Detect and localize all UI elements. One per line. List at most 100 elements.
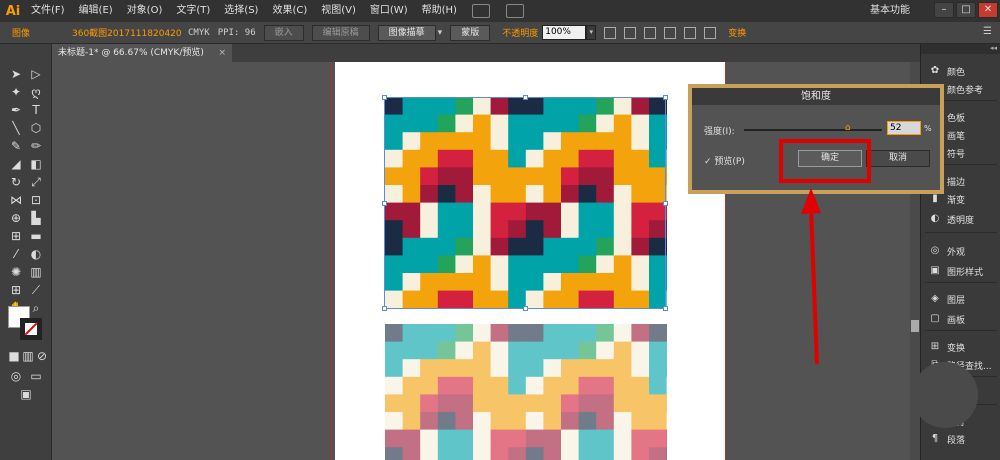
- menu-effect[interactable]: 效果(C): [265, 0, 314, 22]
- type-tool-icon[interactable]: T: [28, 102, 44, 118]
- document-tab[interactable]: 未标题-1* @ 66.67% (CMYK/预览) ×: [52, 44, 232, 62]
- panel-tab-label: 变换: [947, 343, 966, 354]
- panel-tab[interactable]: ◐ 透明度: [921, 210, 1000, 228]
- paintbrush-tool-icon[interactable]: ✎: [8, 138, 24, 154]
- workspace-switcher[interactable]: 基本功能: [870, 0, 910, 22]
- embed-button[interactable]: 嵌入: [263, 24, 304, 41]
- panel-menu-icon[interactable]: ☰: [983, 26, 992, 37]
- direct-selection-tool-icon[interactable]: ▷: [28, 66, 44, 82]
- slice-tool-icon[interactable]: ⟋: [28, 282, 44, 298]
- resize-handle[interactable]: [663, 201, 668, 206]
- pencil-tool-icon[interactable]: ✏: [28, 138, 44, 154]
- selection-tool-icon[interactable]: ➤: [8, 66, 24, 82]
- eraser-tool-icon[interactable]: ◧: [28, 156, 44, 172]
- menu-object[interactable]: 对象(O): [120, 0, 170, 22]
- opacity-input[interactable]: 100%: [542, 25, 587, 40]
- collapse-panels-icon[interactable]: ◂◂: [921, 44, 1000, 54]
- pattern-pixel: [649, 447, 667, 460]
- align-center-icon[interactable]: [624, 26, 637, 39]
- scale-tool-icon[interactable]: ⤢: [28, 174, 44, 190]
- pattern-pixel: [420, 359, 439, 378]
- symbol-sprayer-tool-icon[interactable]: ✺: [8, 264, 24, 280]
- shape-builder-tool-icon[interactable]: ⊕: [8, 210, 24, 226]
- close-tab-icon[interactable]: ×: [218, 44, 226, 62]
- bridge-icon[interactable]: [471, 4, 490, 18]
- rotate-tool-icon[interactable]: ↻: [8, 174, 24, 190]
- scrollbar-thumb[interactable]: [911, 320, 919, 332]
- menu-view[interactable]: 视图(V): [314, 0, 363, 22]
- transform-link[interactable]: 变换: [728, 26, 746, 39]
- edit-original-button[interactable]: 编辑原稿: [311, 24, 370, 41]
- gradient-tool-icon[interactable]: ▬: [28, 228, 44, 244]
- resize-handle[interactable]: [663, 306, 668, 311]
- selection-bounding-box[interactable]: [382, 95, 668, 311]
- menu-type[interactable]: 文字(T): [169, 0, 217, 22]
- annotation-arrow-icon: [801, 188, 821, 365]
- menu-file[interactable]: 文件(F): [24, 0, 72, 22]
- pattern-pixel: [455, 429, 474, 448]
- pattern-pixel: [455, 376, 474, 395]
- panel-tab[interactable]: ¶ 段落: [921, 430, 1000, 448]
- menu-window[interactable]: 窗口(W): [363, 0, 415, 22]
- image-trace-button[interactable]: 图像描摹: [377, 24, 436, 41]
- none-mode-icon[interactable]: ⊘: [34, 348, 50, 364]
- pattern-pixel: [402, 359, 421, 378]
- panel-tab[interactable]: ⊞ 变换: [921, 338, 1000, 356]
- align-left-icon[interactable]: [604, 26, 617, 39]
- opacity-label[interactable]: 不透明度: [502, 26, 538, 39]
- resize-handle[interactable]: [382, 95, 387, 100]
- artboard-tool-icon[interactable]: ⊞: [8, 282, 24, 298]
- width-tool-icon[interactable]: ⋈: [8, 192, 24, 208]
- align-top-icon[interactable]: [664, 26, 677, 39]
- pattern-pixel: [508, 412, 527, 431]
- intensity-slider[interactable]: [744, 129, 882, 131]
- minimize-button[interactable]: –: [934, 2, 954, 18]
- align-middle-icon[interactable]: [684, 26, 697, 39]
- panel-tab[interactable]: ▢ 画板: [921, 310, 1000, 328]
- menu-help[interactable]: 帮助(H): [415, 0, 464, 22]
- perspective-grid-tool-icon[interactable]: ▙: [28, 210, 44, 226]
- cancel-button[interactable]: 取消: [866, 150, 930, 167]
- line-tool-icon[interactable]: ╲: [8, 120, 24, 136]
- close-button[interactable]: ✕: [978, 2, 998, 18]
- resize-handle[interactable]: [523, 306, 528, 311]
- fill-stroke-widget[interactable]: [8, 306, 44, 342]
- mask-button[interactable]: 蒙版: [450, 24, 491, 41]
- intensity-label: 强度(I):: [704, 127, 735, 137]
- intensity-input[interactable]: 52: [887, 121, 921, 135]
- slider-thumb-icon[interactable]: ⌂: [845, 123, 851, 133]
- panel-tab[interactable]: ✿ 颜色: [921, 62, 1000, 80]
- eyedropper-tool-icon[interactable]: ⁄: [8, 246, 24, 262]
- maximize-button[interactable]: □: [956, 2, 976, 18]
- stroke-swatch[interactable]: [20, 318, 42, 340]
- graph-tool-icon[interactable]: ▥: [28, 264, 44, 280]
- align-right-icon[interactable]: [644, 26, 657, 39]
- free-transform-tool-icon[interactable]: ⊡: [28, 192, 44, 208]
- opacity-dropdown-icon[interactable]: ▾: [586, 25, 597, 40]
- resize-handle[interactable]: [663, 95, 668, 100]
- align-bottom-icon[interactable]: [704, 26, 717, 39]
- magic-wand-tool-icon[interactable]: ✦: [8, 84, 24, 100]
- mesh-tool-icon[interactable]: ⊞: [8, 228, 24, 244]
- arrange-documents-icon[interactable]: [505, 4, 524, 18]
- panel-tab[interactable]: ◎ 外观: [921, 242, 1000, 260]
- blend-tool-icon[interactable]: ◐: [28, 246, 44, 262]
- linked-file-name[interactable]: 360截图20171118204206…: [72, 26, 182, 39]
- resize-handle[interactable]: [382, 201, 387, 206]
- blob-brush-tool-icon[interactable]: ◢: [8, 156, 24, 172]
- panel-tab[interactable]: ◈ 图层: [921, 290, 1000, 308]
- lasso-tool-icon[interactable]: ღ: [28, 84, 44, 100]
- resize-handle[interactable]: [523, 95, 528, 100]
- preview-checkbox[interactable]: ✓ 预览(P): [704, 154, 745, 167]
- screen-mode-icon[interactable]: ▭: [28, 368, 44, 384]
- menu-edit[interactable]: 编辑(E): [72, 0, 120, 22]
- shape-tool-icon[interactable]: ⬡: [28, 120, 44, 136]
- draw-mode-icon[interactable]: ◎: [8, 368, 24, 384]
- pen-tool-icon[interactable]: ✒: [8, 102, 24, 118]
- pixel-pattern-image-copy[interactable]: [385, 324, 667, 460]
- panel-tab[interactable]: ▣ 图形样式: [921, 262, 1000, 280]
- resize-handle[interactable]: [382, 306, 387, 311]
- change-screen-mode-icon[interactable]: ▣: [18, 386, 34, 402]
- menu-select[interactable]: 选择(S): [217, 0, 265, 22]
- chevron-down-icon[interactable]: ▾: [438, 28, 443, 38]
